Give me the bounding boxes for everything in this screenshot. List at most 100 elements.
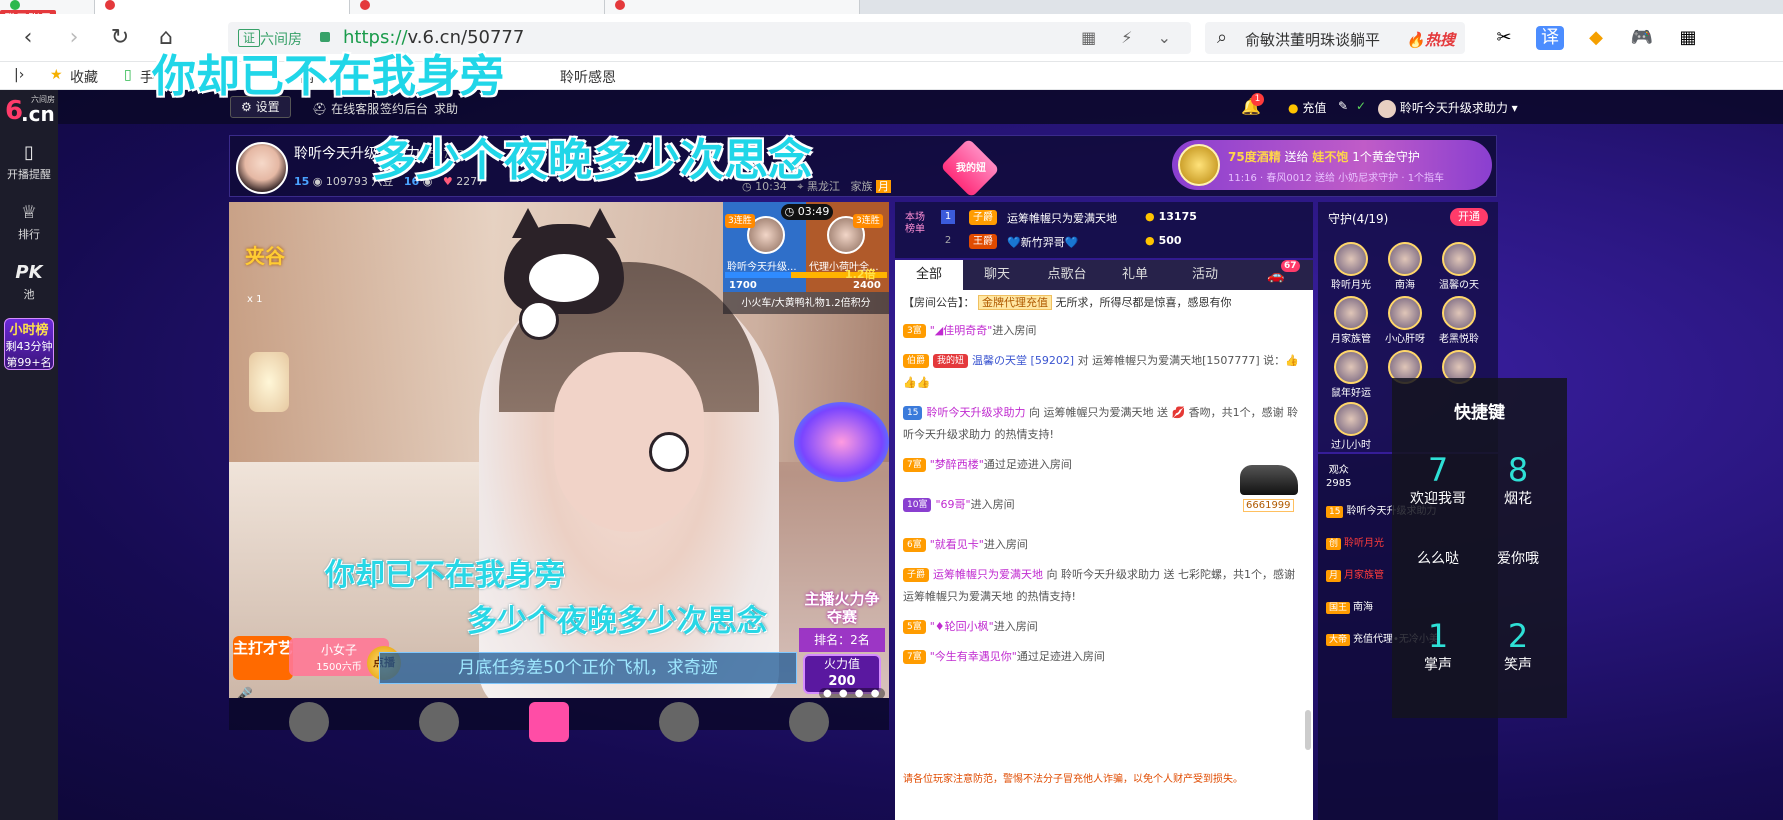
tab-all[interactable]: 全部 [895,260,963,290]
search-input[interactable]: ⌕ 俞敏洪董明珠谈躺平 🔥热搜 [1205,22,1465,54]
desktop-lyric-line-2: 多少个夜晚多少次思念 [372,135,812,186]
my-girl-badge[interactable]: 我的妞 [940,138,1000,198]
forward-icon[interactable]: › [60,24,88,52]
browser-tab[interactable] [605,0,860,14]
tab-song-request[interactable]: 点歌台 [1033,260,1101,290]
rank-row[interactable]: 2王爵💙新竹羿哥💙500 [941,232,1301,252]
tab-activity[interactable]: 活动 [1171,260,1239,290]
audience-count[interactable]: 观众 2985 [1326,464,1351,490]
url-actions[interactable]: ▦ ⚡ ⌄ [1081,28,1181,47]
cat-ears-effect [504,208,624,314]
spinning-top-gift [794,402,889,482]
back-icon[interactable]: ‹ [14,24,42,52]
chat-panel: 全部 聊天 点歌台 礼单 活动 🚗 67 【房间公告】： 金牌代理充值 无所求，所… [895,260,1313,820]
hour-rank-badge[interactable]: 小时榜 剩43分钟 第99+名 [4,318,54,370]
car-icon[interactable]: 🚗 67 [1267,260,1300,284]
quick-key[interactable]: 1 掌声 [1398,618,1478,674]
star-icon: ★ [50,67,63,83]
hot-search-label[interactable]: 🔥热搜 [1406,29,1455,50]
guard-member[interactable]: 温馨の天 [1434,242,1484,291]
rail-item-ranking[interactable]: ♕ 排行 [0,202,58,242]
anchor-avatar[interactable] [236,142,288,194]
apps-icon[interactable]: ▦ [1674,26,1702,50]
avatar [1378,99,1396,118]
sidebar-toggle-icon[interactable]: |› [14,67,24,83]
site-logo[interactable]: 六间房 6 .cn [5,94,59,130]
audience-row[interactable]: 创聆听月光 [1326,534,1384,550]
shield-icon[interactable]: ◆ [1582,26,1610,50]
live-video[interactable]: 夹谷 x 1 ◷ 03:49 3连胜 3连胜 聆听今天升级... 代理小荷叶全..… [229,202,889,698]
pk-panel[interactable]: ◷ 03:49 3连胜 3连胜 聆听今天升级... 代理小荷叶全... 1.2倍… [723,202,889,314]
guard-member[interactable]: 月家族管 [1326,296,1376,345]
guard-title: 守护(4/19) [1328,212,1389,226]
guard-member[interactable]: 老黑悦聆 [1434,296,1484,345]
chat-scrollbar[interactable] [1305,710,1311,750]
browser-tab-strip [0,0,1783,14]
bell-count: 1 [1251,93,1264,106]
tab-favicon-icon [10,0,20,10]
video-lyric-line-2: 多少个夜晚多少次思念 [467,604,767,639]
guard-member[interactable]: 小心肝呀 [1380,296,1430,345]
chat-message: 子爵 运筹帷幄只为爱满天地 向 聆听今天升级求助力 送 七彩陀螺，共1个，感谢 运… [903,568,1296,603]
bookmark-favorites[interactable]: 收藏 [70,67,98,87]
audience-row[interactable]: 国王 南海 [1326,598,1373,614]
tab-gift-list[interactable]: 礼单 [1101,260,1169,290]
gift-row [229,698,889,742]
quick-keys-panel: 快捷键 7 欢迎我哥 8 烟花 么么哒 爱你哦 1 掌声 2 笑声 [1392,378,1567,718]
tab-favicon-icon [360,0,370,10]
user-menu[interactable]: 聆听今天升级求助力 ▾ [1378,99,1518,118]
quick-keys-title: 快捷键 [1454,403,1505,423]
session-rank-label[interactable]: 本场榜单 [905,212,931,236]
carousel-dots[interactable]: ● ● ● ● [819,688,886,698]
guard-member[interactable]: 聆听月光 [1326,242,1376,291]
browser-tab[interactable] [350,0,605,14]
audience-row[interactable]: 月月家族管 [1326,566,1384,582]
translate-icon[interactable]: 译 [1536,26,1564,50]
scissors-icon[interactable]: ✂ [1490,26,1518,50]
quick-key[interactable]: 8 烟花 [1478,452,1558,508]
chat-message: 伯爵 我的妞 温馨の天堂 [59202] 对 运筹帷幄只为爱满天地[1507777]… [903,354,1299,389]
search-text: 俞敏洪董明珠谈躺平 [1245,31,1381,49]
quick-key[interactable]: 7 欢迎我哥 [1398,452,1478,508]
left-rail: 六间房 6 .cn ▯ 开播提醒 ♕ 排行 PK 池 小时榜 剩43分钟 第99+名 [0,90,58,820]
bell-icon[interactable]: 🔔 1 [1241,93,1264,117]
guard-member[interactable]: 鼠年好运 [1326,350,1376,399]
session-rank: 本场榜单 1子爵运筹帷幄只为爱满天地13175 2王爵💙新竹羿哥💙500 [895,202,1313,258]
check-icon[interactable]: ✓ [1356,99,1366,113]
quick-key[interactable]: 2 笑声 [1478,618,1558,674]
rail-item-live-reminder[interactable]: ▯ 开播提醒 [0,142,58,182]
tab-favicon-icon [105,0,115,10]
chat-message: 10富 "69哥"进入房间 [903,494,1299,516]
chat-message: 5富 "♦轮回小枫"进入房间 [903,616,1299,638]
rank-row[interactable]: 1子爵运筹帷幄只为爱满天地13175 [941,208,1301,228]
pk-icon: PK [15,262,43,283]
edit-icon[interactable]: ✎ [1338,99,1348,113]
microphone-icon[interactable]: 🎤 [233,686,253,698]
featured-talent-badge: 主打才艺 [233,636,293,680]
chat-message: 15 聆听今天升级求助力 向 运筹帷幄只为爱满天地 送 💋 香吻，共1个，感谢 聆… [903,406,1299,441]
reload-icon[interactable]: ↻ [106,24,134,52]
guard-member[interactable]: 南海 [1380,242,1430,291]
gift-broadcast-banner[interactable]: 75度酒精 送给 娃不饱 1个黄金守护 11:16 · 春风0012 送给 小奶… [1172,140,1492,190]
chat-tabs: 全部 聊天 点歌台 礼单 活动 🚗 67 [895,260,1313,290]
fraud-notice: 请各位玩家注意防范，警惕不法分子冒充他人诈骗，以免个人财产受到损失。 [903,774,1243,785]
chat-message: 3富 "◢佳明奇奇"进入房间 [903,320,1299,342]
quick-key[interactable]: 么么哒 [1398,548,1478,568]
rail-item-pk-pool[interactable]: PK 池 [0,262,58,302]
chat-message: 7富 "今生有幸遇见你"通过足迹进入房间 [903,646,1299,668]
room-rank-badge[interactable]: 夹谷 x 1 [239,232,339,305]
browser-toolbar: ✂ 译 ◆ 🎮 ▦ [1490,26,1780,52]
browser-tab-active[interactable] [95,0,350,14]
quick-key[interactable]: 爱你哦 [1478,548,1558,568]
tab-favicon-icon [615,0,625,10]
game-icon[interactable]: 🎮 [1628,26,1656,50]
task-banner: 月底任务差50个正价飞机，求奇迹 [379,652,797,684]
chat-message-list[interactable]: 【房间公告】： 金牌代理充值 无所求，所得尽都是惊喜，感恩有你 3富 "◢佳明奇奇… [895,290,1305,685]
bookmark-item[interactable]: 聆听感恩 [560,67,616,87]
firepower-contest[interactable]: 主播火力争夺赛 排名：2名 火力值 200 [799,590,885,698]
search-icon: ⌕ [1217,27,1228,48]
tab-chat[interactable]: 聊天 [963,260,1031,290]
recharge-link[interactable]: ● 充值 [1288,99,1326,116]
guard-member[interactable]: 过儿小时 [1326,402,1376,451]
open-guard-button[interactable]: 开通 [1450,208,1488,226]
